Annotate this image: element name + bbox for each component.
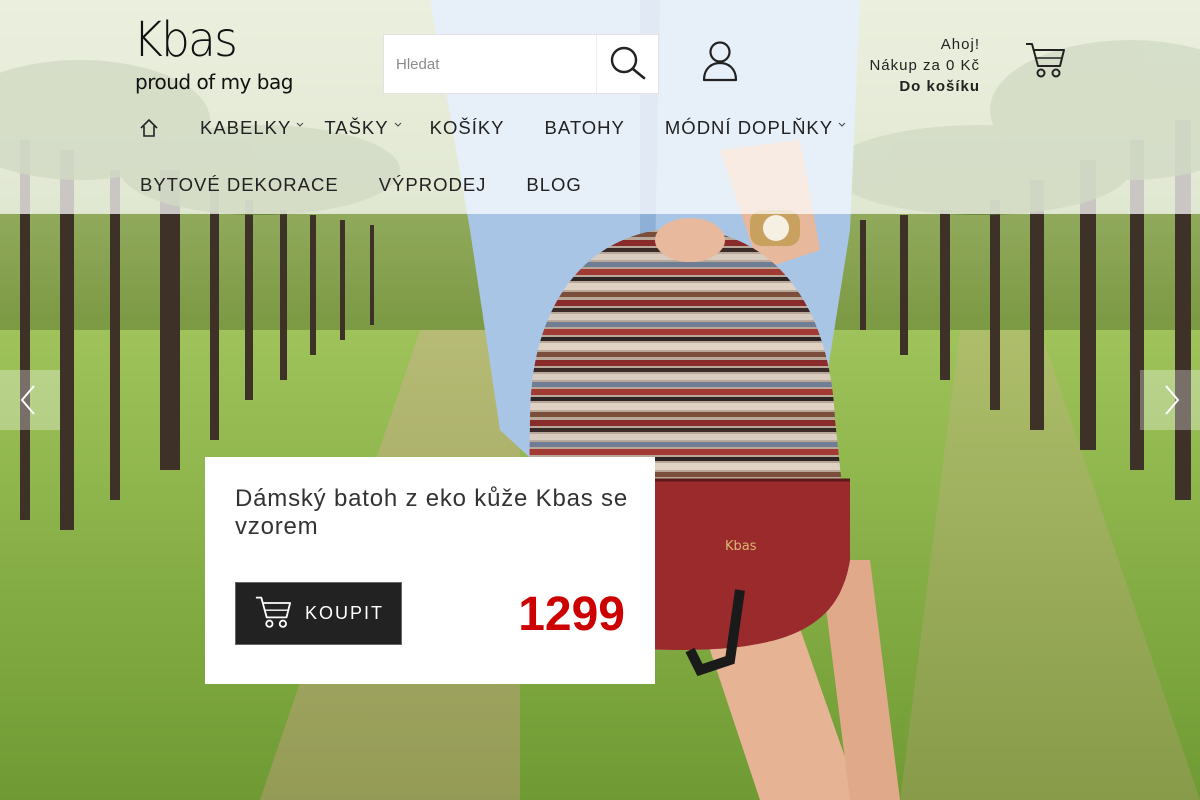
nav-item-bytove-dekorace[interactable]: BYTOVÉ DEKORACE: [140, 174, 339, 196]
nav-item-modni-doplnky[interactable]: MÓDNÍ DOPLŇKY: [665, 117, 846, 139]
chevron-down-icon: [838, 122, 846, 127]
nav-item-label: BLOG: [526, 174, 582, 195]
brand-logo[interactable]: Kbas proud of my bag: [133, 12, 293, 98]
user-icon: [702, 41, 738, 82]
buy-button-label: KOUPIT: [305, 603, 385, 623]
nav-item-batohy[interactable]: BATOHY: [545, 117, 625, 139]
product-price: 1299: [518, 588, 625, 641]
featured-product-card: Dámský batoh z eko kůže Kbas se vzorem K…: [205, 457, 655, 684]
nav-item-blog[interactable]: BLOG: [526, 174, 581, 196]
go-to-cart-link[interactable]: Do košíku: [869, 76, 980, 97]
slider-next-button[interactable]: [1140, 370, 1200, 430]
search-box: [383, 34, 659, 94]
nav-item-kosiky[interactable]: KOŠÍKY: [430, 117, 505, 139]
slider-prev-button[interactable]: [0, 370, 60, 430]
logo-wordmark: Kbas: [133, 12, 238, 68]
nav-item-label: VÝPRODEJ: [378, 174, 487, 195]
cart-icon: [255, 596, 291, 628]
nav-item-label: BATOHY: [544, 117, 625, 138]
cart-icon: [1026, 43, 1065, 78]
chevron-down-icon: [296, 122, 304, 127]
chevron-right-icon: [1165, 385, 1180, 415]
bag-logo: Kbas: [725, 539, 757, 554]
buy-button[interactable]: KOUPIT: [235, 582, 402, 645]
nav-item-label: BYTOVÉ DEKORACE: [140, 174, 339, 195]
home-icon[interactable]: [138, 117, 160, 139]
nav-item-label: KABELKY: [200, 117, 292, 138]
nav-item-label: MÓDNÍ DOPLŇKY: [664, 117, 834, 138]
site-header: Kbas proud of my bag Ahoj! Nákup za 0 Kč…: [0, 0, 1200, 214]
cart-total: Nákup za 0 Kč: [869, 57, 980, 74]
cart-greeting: Ahoj!: [940, 36, 980, 53]
product-title[interactable]: Dámský batoh z eko kůže Kbas se vzorem: [235, 485, 635, 541]
account-button[interactable]: [700, 40, 740, 82]
nav-item-label: KOŠÍKY: [429, 117, 505, 138]
search-icon: [610, 46, 646, 80]
logo-tagline: proud of my bag: [135, 70, 293, 94]
nav-item-vyprodej[interactable]: VÝPRODEJ: [379, 174, 487, 196]
search-input[interactable]: [384, 35, 596, 93]
chevron-left-icon: [20, 385, 35, 415]
nav-item-tasky[interactable]: TAŠKY: [324, 117, 401, 139]
nav-item-kabelky[interactable]: KABELKY: [200, 117, 304, 139]
nav-row-2: BYTOVÉ DEKORACE VÝPRODEJ BLOG: [135, 157, 582, 213]
search-button[interactable]: [596, 35, 658, 93]
nav-item-label: TAŠKY: [324, 117, 389, 138]
chevron-down-icon: [394, 122, 401, 127]
cart-summary: Ahoj! Nákup za 0 Kč Do košíku: [869, 34, 980, 97]
nav-row-1: KABELKY TAŠKY KOŠÍKY BATOHY MÓDNÍ DOPLŇK…: [135, 100, 846, 156]
cart-button[interactable]: [1024, 40, 1066, 80]
